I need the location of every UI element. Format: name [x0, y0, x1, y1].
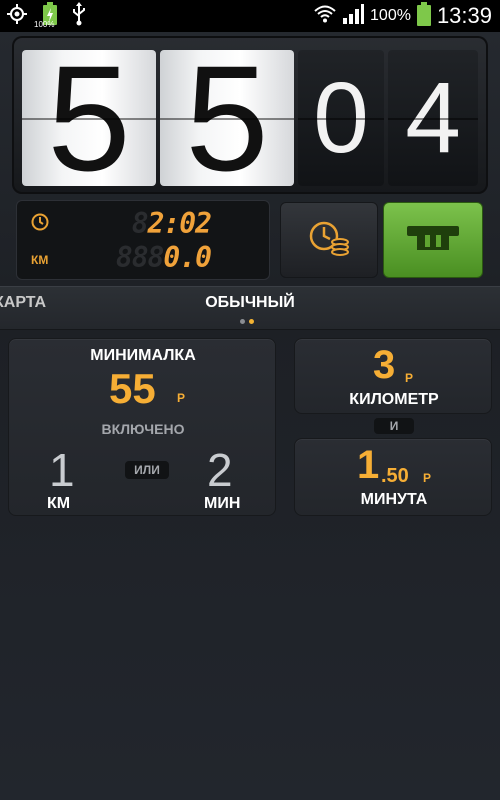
per-min-currency: Р [423, 471, 432, 485]
per-min-decimal: .50 [381, 465, 409, 487]
page-indicator [240, 319, 254, 324]
clock-coins-icon [307, 218, 351, 263]
minimal-fare-included: ВКЛЮЧЕНО [101, 421, 185, 437]
included-km-unit: КМ [47, 495, 71, 512]
taximeter-screen: 100% 100% 13:39 5 5 0 4 КМ 82:02 8880.0 … [0, 0, 500, 800]
status-bar: 100% 100% 13:39 [0, 0, 500, 32]
clock-icon [31, 213, 49, 236]
trip-distance: 8880.0 [115, 241, 212, 274]
included-km-value: 1 [49, 444, 75, 496]
gps-icon [6, 3, 28, 30]
trip-time: 82:02 [131, 207, 212, 240]
included-min-value: 2 [207, 444, 233, 496]
per-km-currency: Р [405, 371, 414, 385]
minimal-fare-title: МИНИМАЛКА [90, 347, 196, 364]
tariff-button[interactable] [280, 202, 378, 278]
distance-unit-label: КМ [31, 253, 49, 267]
counter-digit: 0 [298, 50, 384, 186]
small-battery-label: 100% [34, 20, 55, 29]
per-km-label: КИЛОМЕТР [349, 391, 439, 408]
pause-ticket-icon [405, 223, 461, 258]
per-km-value: 3 [373, 343, 396, 387]
pause-button[interactable] [383, 202, 483, 278]
counter-digit: 4 [388, 50, 478, 186]
tab-regular[interactable]: ОБЫЧНЫЙ [0, 294, 500, 312]
clock-time: 13:39 [436, 3, 492, 28]
tariff-tabs: КАРТА ОБЫЧНЫЙ [0, 286, 500, 330]
minimal-fare-currency: Р [177, 391, 186, 405]
trip-lcd: КМ 82:02 8880.0 [16, 200, 270, 280]
signal-icon [342, 3, 365, 29]
wifi-icon [314, 4, 336, 29]
battery-percent: 100% [370, 7, 411, 24]
per-min-label: МИНУТА [360, 491, 428, 508]
fare-counter: 5 5 0 4 [12, 36, 488, 194]
per-km-card: 3 Р КИЛОМЕТР [294, 338, 492, 414]
included-min-unit: МИН [204, 495, 241, 512]
page-dot-active [249, 319, 254, 324]
battery-icon [416, 1, 431, 31]
per-min-value: 1 [357, 443, 380, 487]
minimal-fare-value: 55 [109, 365, 156, 412]
usb-icon [72, 1, 86, 31]
per-minute-card: 1 .50 Р МИНУТА [294, 438, 492, 516]
counter-digit: 5 [22, 50, 156, 186]
minimal-fare-card: МИНИМАЛКА 55 Р ВКЛЮЧЕНО 1 ИЛИ 2 КМ МИН [8, 338, 276, 516]
page-dot [240, 319, 245, 324]
and-label: И [374, 418, 414, 434]
or-label: ИЛИ [125, 461, 169, 479]
counter-digit: 5 [160, 50, 294, 186]
